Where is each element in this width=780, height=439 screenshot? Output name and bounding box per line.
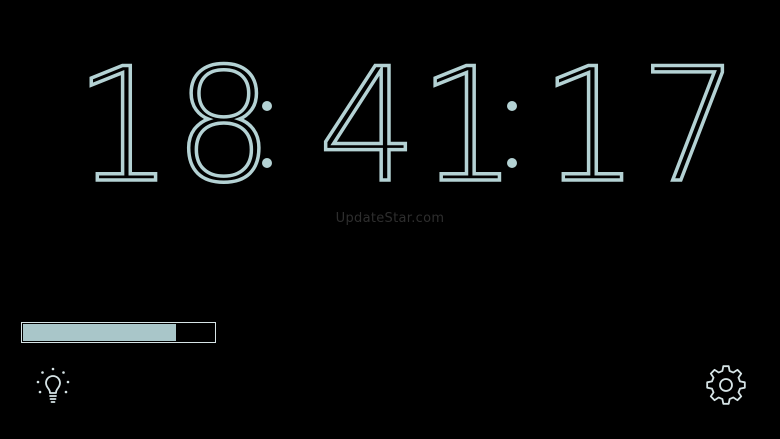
separator-dot [262,101,272,111]
separator-dot [507,158,517,168]
lightbulb-icon [36,367,70,403]
light-toggle-button[interactable] [30,362,76,408]
settings-button[interactable] [703,362,749,408]
separator-dot [262,158,272,168]
clock-screen: 18 41 17 UpdateStar.com [0,0,780,439]
minutes-digits: 41 [318,35,518,218]
battery-level-fill [23,324,176,341]
separator-dot [507,101,517,111]
watermark-text: UpdateStar.com [335,211,445,226]
gear-icon [706,365,746,405]
hours-digits: 18 [74,35,274,218]
seconds-digits: 17 [540,35,740,218]
battery-indicator [21,322,216,343]
